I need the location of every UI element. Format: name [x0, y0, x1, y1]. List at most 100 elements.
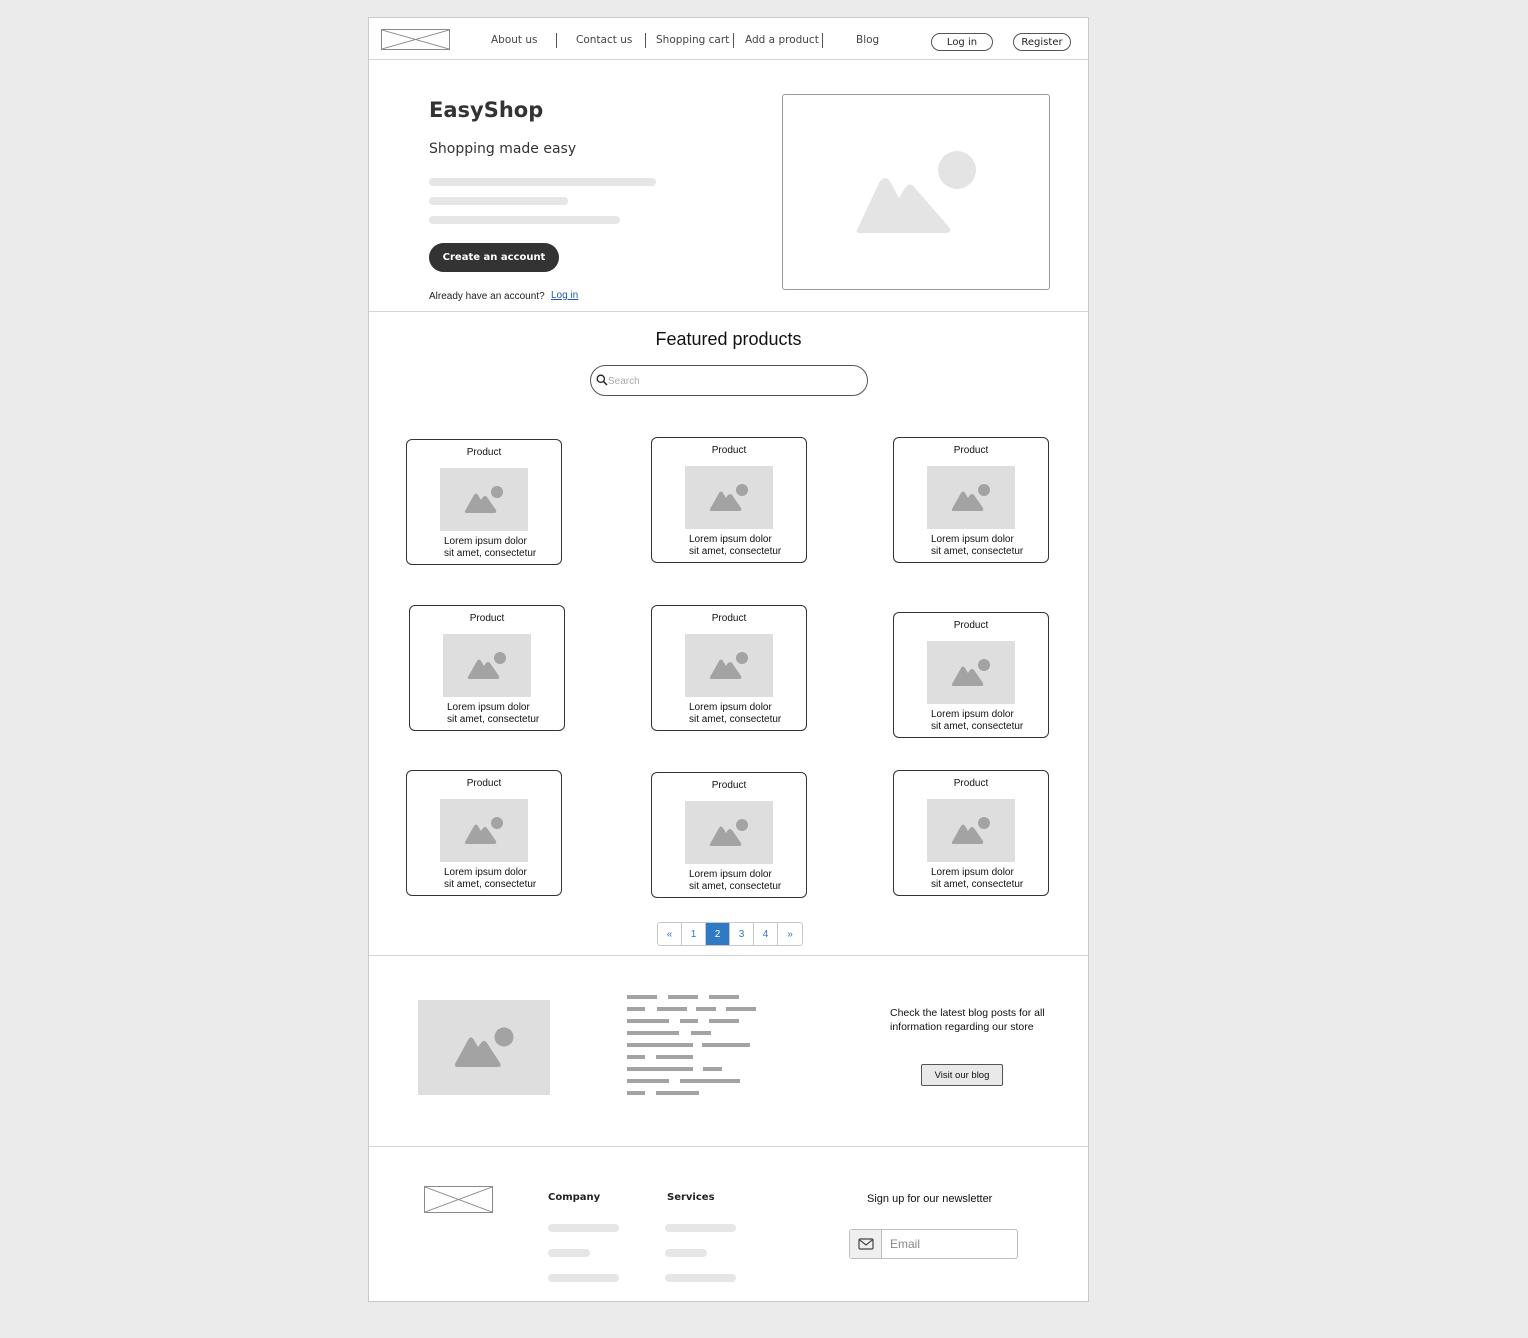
- blog-description: Check the latest blog posts for all info…: [890, 1007, 1045, 1033]
- text-placeholder-line: [627, 995, 657, 999]
- text-placeholder-line: [656, 1055, 693, 1059]
- image-placeholder-icon: [464, 817, 503, 844]
- footer-link-placeholder[interactable]: [548, 1224, 619, 1232]
- hero-image-placeholder: [782, 94, 1050, 290]
- pagination-page[interactable]: 3: [730, 923, 754, 945]
- search-input[interactable]: [608, 373, 848, 389]
- product-title: Product: [953, 620, 989, 631]
- text-placeholder-line: [680, 1079, 740, 1083]
- text-placeholder-line: [668, 995, 698, 999]
- footer-company-heading: Company: [548, 1192, 601, 1203]
- create-account-button[interactable]: Create an account: [429, 243, 559, 272]
- text-placeholder-line: [703, 1067, 722, 1071]
- text-placeholder-line: [627, 1079, 669, 1083]
- image-placeholder-icon: [709, 652, 748, 679]
- text-placeholder-line: [429, 216, 620, 224]
- text-placeholder-line: [657, 1007, 687, 1011]
- text-placeholder-line: [627, 1067, 693, 1071]
- product-title: Product: [711, 445, 747, 456]
- nav-divider: [733, 33, 734, 48]
- text-placeholder-line: [691, 1031, 711, 1035]
- featured-title: Featured products: [655, 329, 802, 349]
- product-description: Lorem ipsum dolor sit amet, consectetur: [444, 867, 537, 890]
- product-title: Product: [953, 445, 989, 456]
- nav-contact-us[interactable]: Contact us: [576, 34, 632, 46]
- logo-placeholder-icon[interactable]: [381, 29, 450, 50]
- product-image-placeholder: [927, 641, 1015, 704]
- footer-link-placeholder[interactable]: [548, 1249, 590, 1257]
- pagination-page[interactable]: 4: [754, 923, 778, 945]
- page: About us Contact us Shopping cart Add a …: [368, 17, 1089, 1302]
- product-card[interactable]: Product Lorem ipsum dolor sit amet, conse…: [406, 439, 562, 565]
- pagination-prev[interactable]: «: [658, 923, 682, 945]
- text-placeholder-line: [627, 1031, 679, 1035]
- product-card[interactable]: Product Lorem ipsum dolor sit amet, conse…: [406, 770, 562, 896]
- text-placeholder-line: [656, 1091, 699, 1095]
- product-image-placeholder: [685, 466, 773, 529]
- text-placeholder-line: [627, 1019, 669, 1023]
- login-button[interactable]: Log in: [931, 33, 993, 51]
- nav-divider: [822, 33, 823, 48]
- footer-link-placeholder[interactable]: [665, 1224, 736, 1232]
- product-card[interactable]: Product Lorem ipsum dolor sit amet, conse…: [651, 437, 807, 563]
- nav-shopping-cart[interactable]: Shopping cart: [656, 34, 729, 46]
- nav-blog[interactable]: Blog: [856, 34, 879, 46]
- hero-subtitle: Shopping made easy: [429, 141, 577, 157]
- product-image-placeholder: [927, 799, 1015, 862]
- product-title: Product: [711, 613, 747, 624]
- product-description: Lorem ipsum dolor sit amet, consectetur: [931, 534, 1024, 557]
- pagination-page-active[interactable]: 2: [706, 923, 730, 945]
- footer-link-placeholder[interactable]: [548, 1274, 619, 1282]
- text-placeholder-line: [709, 995, 739, 999]
- product-card[interactable]: Product Lorem ipsum dolor sit amet, conse…: [651, 772, 807, 898]
- product-card[interactable]: Product Lorem ipsum dolor sit amet, conse…: [893, 770, 1049, 896]
- product-title: Product: [466, 778, 502, 789]
- pagination-next[interactable]: »: [778, 923, 802, 945]
- hero-divider: [369, 311, 1088, 312]
- login-link[interactable]: Log in: [551, 290, 578, 301]
- text-placeholder-line: [429, 178, 656, 186]
- featured-divider: [369, 955, 1088, 956]
- newsletter-text: Sign up for our newsletter: [867, 1193, 993, 1205]
- email-input[interactable]: [890, 1236, 1010, 1252]
- visit-blog-button[interactable]: Visit our blog: [921, 1064, 1003, 1086]
- product-image-placeholder: [927, 466, 1015, 529]
- text-placeholder-line: [726, 1007, 756, 1011]
- image-placeholder-icon: [951, 659, 990, 686]
- product-description: Lorem ipsum dolor sit amet, consectetur: [444, 536, 537, 559]
- product-description: Lorem ipsum dolor sit amet, consectetur: [447, 702, 540, 725]
- text-placeholder-line: [627, 1007, 645, 1011]
- pagination-page[interactable]: 1: [682, 923, 706, 945]
- footer-logo-placeholder-icon[interactable]: [424, 1186, 493, 1213]
- product-title: Product: [953, 778, 989, 789]
- product-image-placeholder: [443, 634, 531, 697]
- email-field[interactable]: [849, 1229, 1018, 1259]
- product-description: Lorem ipsum dolor sit amet, consectetur: [689, 702, 782, 725]
- product-image-placeholder: [685, 634, 773, 697]
- nav-divider: [645, 33, 646, 48]
- product-image-placeholder: [440, 799, 528, 862]
- footer-services-heading: Services: [667, 1192, 715, 1203]
- product-card[interactable]: Product Lorem ipsum dolor sit amet, conse…: [893, 612, 1049, 738]
- product-title: Product: [466, 447, 502, 458]
- image-placeholder-icon: [951, 817, 990, 844]
- nav-add-product[interactable]: Add a product: [745, 34, 819, 46]
- search-icon: [596, 374, 608, 386]
- image-placeholder-icon: [951, 484, 990, 511]
- text-placeholder-line: [709, 1019, 739, 1023]
- blog-divider: [369, 1146, 1088, 1147]
- text-placeholder-line: [680, 1019, 698, 1023]
- text-placeholder-line: [627, 1043, 693, 1047]
- footer-link-placeholder[interactable]: [665, 1274, 736, 1282]
- image-placeholder-icon: [467, 652, 506, 679]
- nav-about-us[interactable]: About us: [491, 34, 538, 46]
- pagination: « 1 2 3 4 »: [657, 922, 803, 946]
- product-card[interactable]: Product Lorem ipsum dolor sit amet, conse…: [651, 605, 807, 731]
- search-bar[interactable]: [590, 365, 868, 396]
- footer-link-placeholder[interactable]: [665, 1249, 707, 1257]
- product-card[interactable]: Product Lorem ipsum dolor sit amet, conse…: [409, 605, 565, 731]
- register-button[interactable]: Register: [1013, 33, 1071, 51]
- product-card[interactable]: Product Lorem ipsum dolor sit amet, conse…: [893, 437, 1049, 563]
- header-divider: [369, 59, 1088, 60]
- product-description: Lorem ipsum dolor sit amet, consectetur: [931, 867, 1024, 890]
